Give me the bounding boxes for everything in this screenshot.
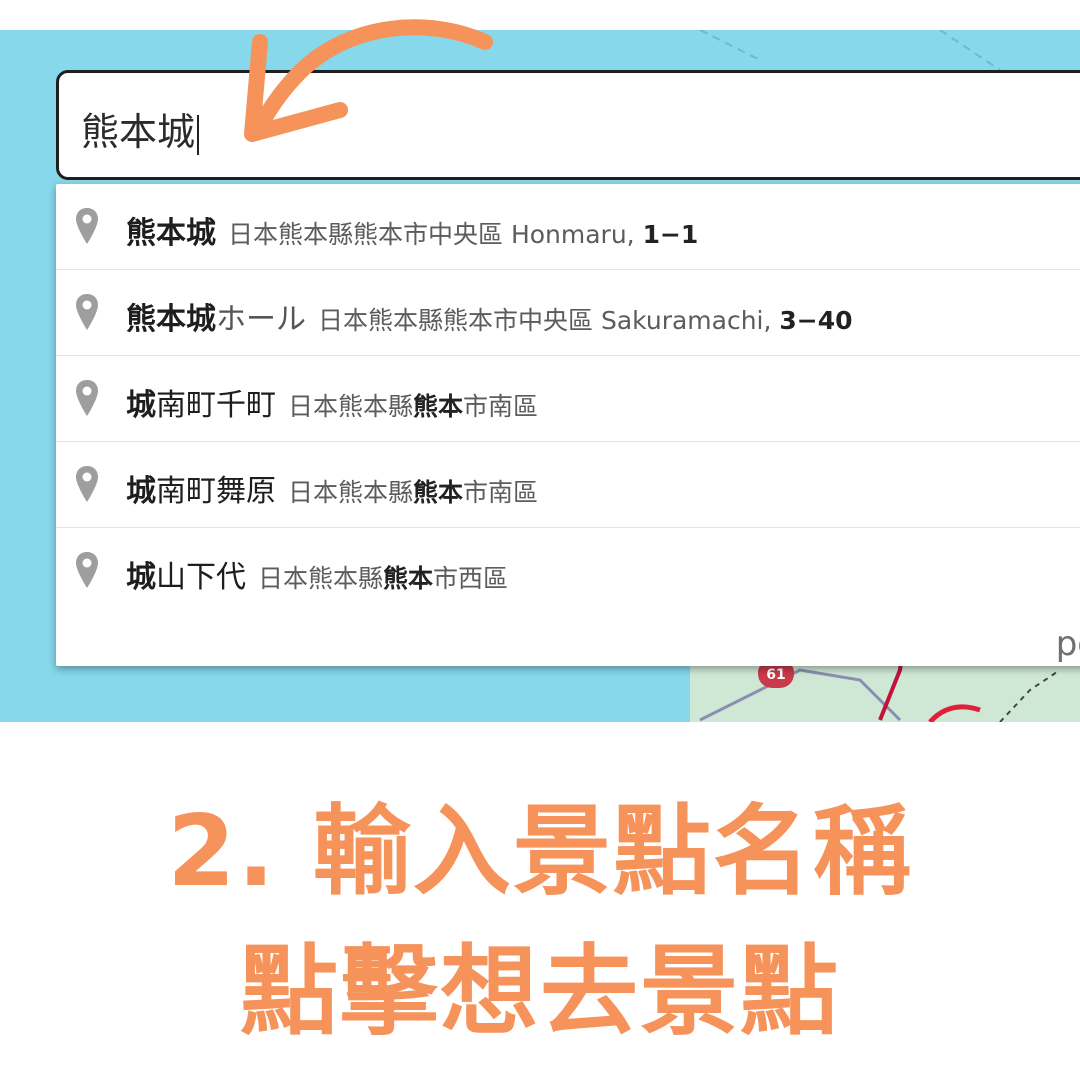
suggestion-address: 日本熊本縣熊本市南區 <box>288 478 539 507</box>
search-input[interactable]: 熊本城 <box>56 70 1080 180</box>
autocomplete-dropdown: 熊本城 日本熊本縣熊本市中央區 Honmaru, 1−1 熊本城ホール 日本熊本縣熊… <box>56 184 1080 666</box>
map-pin-icon <box>76 294 98 330</box>
map-pin-icon <box>76 466 98 502</box>
suggestion-main-rest: 南町千町 <box>156 388 276 423</box>
suggestion-item[interactable]: 熊本城ホール 日本熊本縣熊本市中央區 Sakuramachi, 3−40 <box>56 270 1080 356</box>
suggestion-address: 日本熊本縣熊本市中央區 Sakuramachi, 3−40 <box>318 306 853 335</box>
suggestion-main-rest: 南町舞原 <box>156 474 276 509</box>
caption-line-2: 點擊想去景點 <box>239 935 840 1049</box>
suggestion-address: 日本熊本縣熊本市西區 <box>258 564 509 593</box>
suggestion-text: 城南町舞原 日本熊本縣熊本市南區 <box>126 466 538 510</box>
powered-by-logo: pc <box>1055 624 1080 664</box>
suggestion-address: 日本熊本縣熊本市南區 <box>288 392 539 421</box>
map-pin-icon <box>76 552 98 588</box>
suggestion-match: 熊本城 <box>126 216 216 251</box>
caption-line-1: 2. 輸入景點名稱 <box>167 795 913 909</box>
suggestion-main-rest: ホール <box>216 302 306 337</box>
suggestion-match: 熊本城 <box>126 302 216 337</box>
suggestion-address: 日本熊本縣熊本市中央區 Honmaru, 1−1 <box>228 220 699 249</box>
orange-arrow-icon <box>244 19 493 142</box>
suggestion-match: 城 <box>126 388 156 423</box>
suggestion-main-rest: 山下代 <box>156 560 246 595</box>
map-pin-icon <box>76 208 98 244</box>
suggestion-text: 城山下代 日本熊本縣熊本市西區 <box>126 552 508 596</box>
suggestion-match: 城 <box>126 474 156 509</box>
text-caret <box>197 114 200 155</box>
suggestion-item[interactable]: 熊本城 日本熊本縣熊本市中央區 Honmaru, 1−1 <box>56 184 1080 270</box>
suggestion-item[interactable]: 城南町舞原 日本熊本縣熊本市南區 <box>56 442 1080 528</box>
suggestion-text: 熊本城ホール 日本熊本縣熊本市中央區 Sakuramachi, 3−40 <box>126 294 853 338</box>
suggestion-text: 熊本城 日本熊本縣熊本市中央區 Honmaru, 1−1 <box>126 208 698 252</box>
suggestion-match: 城 <box>126 560 156 595</box>
suggestion-item[interactable]: 城山下代 日本熊本縣熊本市西區 <box>56 528 1080 614</box>
suggestion-text: 城南町千町 日本熊本縣熊本市南區 <box>126 380 538 424</box>
search-input-value: 熊本城 <box>81 101 200 156</box>
map-pin-icon <box>76 380 98 416</box>
suggestion-item[interactable]: 城南町千町 日本熊本縣熊本市南區 <box>56 356 1080 442</box>
